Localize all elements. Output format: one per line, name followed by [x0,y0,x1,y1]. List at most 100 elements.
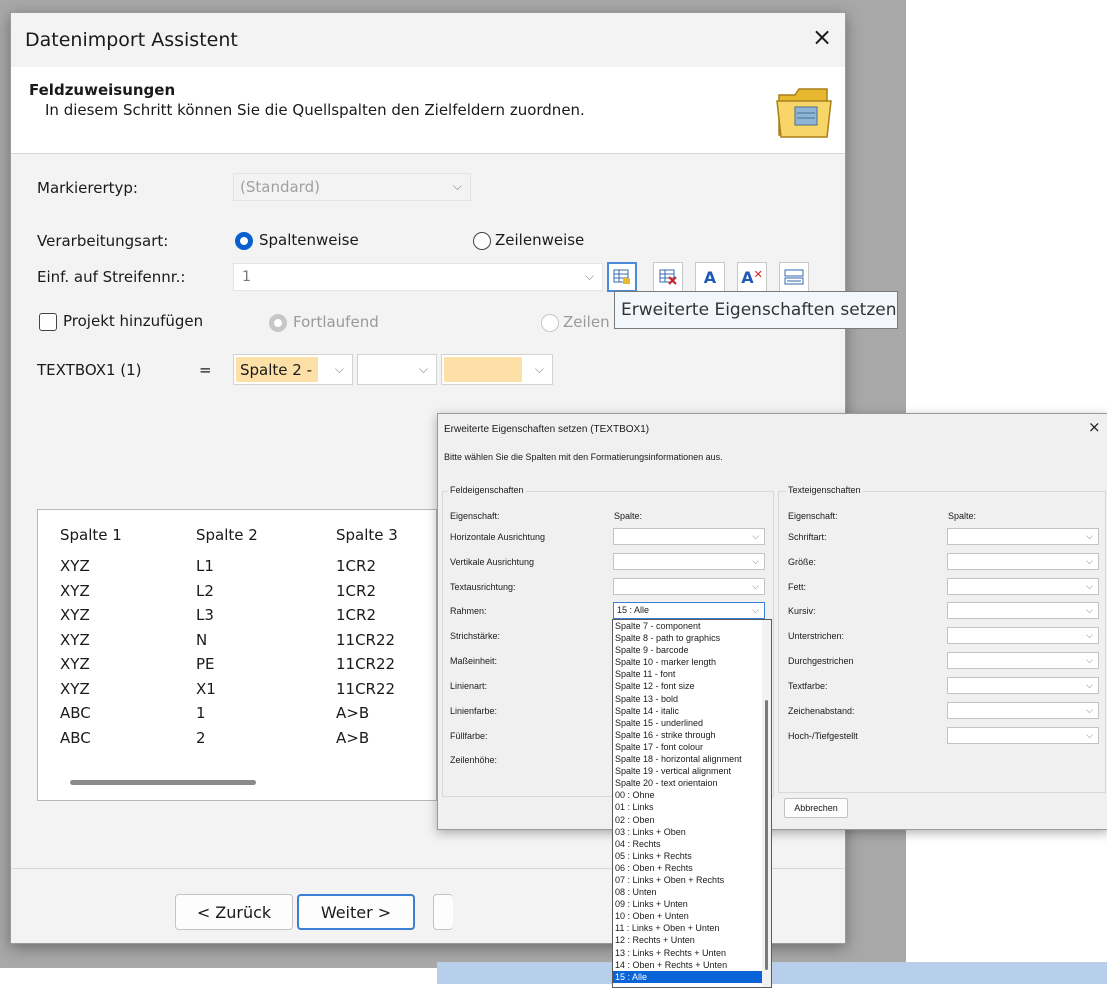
streifennr-label: Einf. auf Streifennr.: [37,268,186,286]
scrollbar-thumb[interactable] [765,700,768,970]
dropdown-item[interactable]: Spalte 13 - bold [613,693,771,705]
radio-zeilen[interactable] [541,314,559,332]
grid-cell: 11CR22 [336,679,396,698]
back-button[interactable]: < Zurück [175,894,293,930]
dropdown-item[interactable]: 09 : Links + Unten [613,898,771,910]
dropdown-item[interactable]: Spalte 14 - italic [613,705,771,717]
dropdown-item[interactable]: Spalte 17 - font colour [613,741,771,753]
dropdown-item[interactable]: 02 : Oben [613,814,771,826]
field-prop-select[interactable]: ⌵ [613,528,765,545]
field-prop-select[interactable]: ⌵ [613,578,765,595]
text-prop-label: Zeichenabstand: [788,706,855,716]
radio-fortlaufend[interactable] [269,314,287,332]
dropdown-item[interactable]: 13 : Links + Rechts + Unten [613,947,771,959]
grid-cell: L3 [196,606,214,624]
dropdown-item[interactable]: 12 : Rechts + Unten [613,934,771,946]
text-prop-select[interactable]: ⌵ [947,578,1099,595]
dropdown-item[interactable]: Spalte 10 - marker length [613,656,771,668]
font-clear-button[interactable]: A✕ [737,262,767,292]
cancel-button[interactable]: Abbrechen [784,798,848,818]
dropdown-item[interactable]: Spalte 7 - component [613,620,771,632]
spaltenweise-label: Spaltenweise [259,231,359,249]
field-select-2[interactable]: ⌵ [357,354,437,385]
close-icon[interactable]: × [1088,418,1101,436]
dropdown-item[interactable]: 07 : Links + Oben + Rechts [613,874,771,886]
text-prop-select[interactable]: ⌵ [947,528,1099,545]
scrollbar-thumb[interactable] [70,780,256,785]
field-prop-label: Füllfarbe: [450,731,488,741]
dropdown-item[interactable]: Spalte 8 - path to graphics [613,632,771,644]
layout-icon [784,269,804,285]
chevron-down-icon: ⌵ [1086,531,1093,541]
text-prop-select[interactable]: ⌵ [947,627,1099,644]
dropdown-item[interactable]: 05 : Links + Rechts [613,850,771,862]
dropdown-item[interactable]: 10 : Oben + Unten [613,910,771,922]
vertical-scrollbar[interactable] [762,620,771,987]
dropdown-item[interactable]: 00 : Ohne [613,789,771,801]
dropdown-item[interactable]: Spalte 18 - horizontal alignment [613,753,771,765]
field-select-1[interactable]: Spalte 2 - ⌵ [233,354,353,385]
field-prop-label: Maßeinheit: [450,656,498,666]
properties-button[interactable] [607,262,637,292]
field-prop-label: Strichstärke: [450,631,501,641]
step-title: Feldzuweisungen [29,81,176,99]
next-button[interactable]: Weiter > [297,894,415,930]
rahmen-dropdown-list[interactable]: Spalte 7 - component Spalte 8 - path to g… [612,619,772,988]
radio-spaltenweise[interactable] [235,232,253,250]
dropdown-item[interactable]: 14 : Oben + Rechts + Unten [613,959,771,971]
clear-properties-button[interactable] [653,262,683,292]
text-prop-select[interactable]: ⌵ [947,602,1099,619]
text-prop-select[interactable]: ⌵ [947,677,1099,694]
grid-cell: X1 [196,679,216,698]
close-icon[interactable]: × [807,23,837,57]
group-title: Texteigenschaften [786,485,863,495]
text-prop-select[interactable]: ⌵ [947,652,1099,669]
text-prop-label: Textfarbe: [788,681,828,691]
field-prop-label: Horizontale Ausrichtung [450,532,546,542]
hidden-button[interactable] [433,894,453,930]
dropdown-item[interactable]: 06 : Oben + Rechts [613,862,771,874]
dropdown-item[interactable]: Spalte 11 - font [613,668,771,680]
dropdown-item[interactable]: 08 : Unten [613,886,771,898]
title-bar: Datenimport Assistent × [11,13,845,67]
text-prop-label: Größe: [788,557,817,567]
projekt-checkbox[interactable] [39,313,57,331]
dropdown-item[interactable]: 15 : Alle [613,970,771,983]
column-header: Spalte: [614,511,643,521]
grid-cell: 1CR2 [336,581,376,600]
field-prop-label: Zeilenhöhe: [450,755,498,765]
field-select-3[interactable]: ⌵ [441,354,553,385]
dropdown-item[interactable]: Spalte 12 - font size [613,680,771,692]
background-bar [437,962,1107,984]
text-prop-select[interactable]: ⌵ [947,553,1099,570]
font-icon-button[interactable]: A [695,262,725,292]
advanced-properties-dialog: Erweiterte Eigenschaften setzen (TEXTBOX… [437,413,1107,830]
dropdown-item[interactable]: 03 : Links + Oben [613,826,771,838]
chevron-down-icon: ⌵ [334,362,344,376]
text-prop-select[interactable]: ⌵ [947,727,1099,744]
dropdown-item[interactable]: Spalte 19 - vertical alignment [613,765,771,777]
streifennr-select[interactable]: 1 ⌵ [233,263,603,291]
dropdown-item[interactable]: Spalte 9 - barcode [613,644,771,656]
dropdown-item[interactable]: Spalte 20 - text orientaion [613,777,771,789]
horizontal-scrollbar[interactable] [38,768,436,800]
chevron-down-icon: ⌵ [534,362,544,376]
dropdown-item[interactable]: 04 : Rechts [613,838,771,850]
field-prop-select[interactable]: 15 : Alle ⌵ [613,602,765,619]
dropdown-item[interactable]: Spalte 15 - underlined [613,717,771,729]
layout-button[interactable] [779,262,809,292]
dropdown-item[interactable]: 11 : Links + Oben + Unten [613,922,771,934]
radio-zeilenweise[interactable] [473,232,491,250]
field-prop-select[interactable]: ⌵ [613,553,765,570]
markierertyp-select[interactable]: (Standard) ⌵ [233,173,471,201]
field-highlight [444,357,522,382]
field-prop-label: Vertikale Ausrichtung [450,557,535,567]
text-prop-select[interactable]: ⌵ [947,702,1099,719]
tooltip: Erweiterte Eigenschaften setzen [614,291,898,329]
dropdown-item[interactable]: Spalte 16 - strike through [613,729,771,741]
dropdown-item[interactable]: 01 : Links [613,801,771,813]
text-prop-label: Hoch-/Tiefgestellt [788,731,858,741]
grid-cell: L2 [196,581,214,600]
grid-header: Spalte 3 [336,526,398,544]
preview-grid[interactable]: Spalte 1 Spalte 2 Spalte 3 XYZ L1 1CR2 XYZ L… [37,509,437,801]
